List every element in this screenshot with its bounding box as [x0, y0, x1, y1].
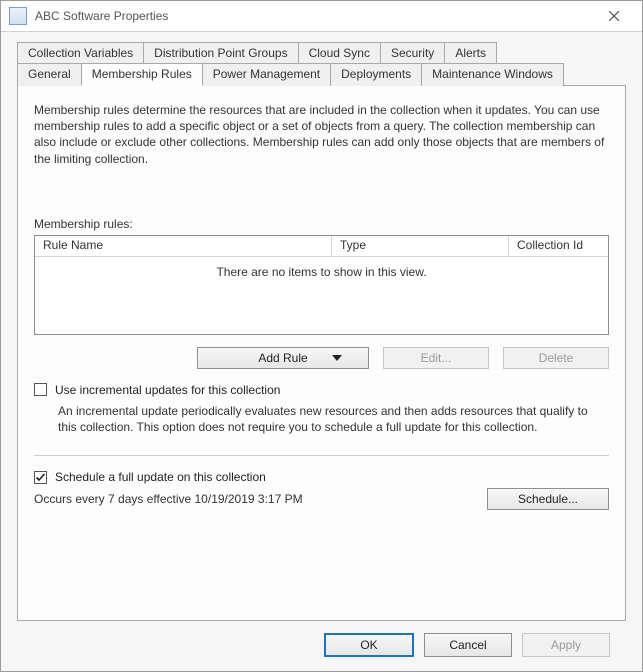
tab-alerts[interactable]: Alerts — [444, 42, 497, 64]
schedule-row: Schedule a full update on this collectio… — [34, 470, 609, 484]
app-icon — [9, 7, 27, 25]
schedule-label: Schedule a full update on this collectio… — [55, 470, 266, 484]
ok-button[interactable]: OK — [324, 633, 414, 657]
add-rule-label: Add Rule — [258, 351, 307, 365]
divider — [34, 455, 609, 456]
tab-cloud-sync[interactable]: Cloud Sync — [298, 42, 381, 64]
column-type[interactable]: Type — [332, 236, 509, 256]
checkmark-icon — [35, 472, 46, 483]
schedule-checkbox[interactable] — [34, 471, 47, 484]
intro-text: Membership rules determine the resources… — [34, 102, 609, 167]
titlebar[interactable]: ABC Software Properties — [1, 1, 642, 32]
listview-header: Rule Name Type Collection Id — [35, 236, 608, 257]
membership-rules-panel: Membership rules determine the resources… — [17, 85, 626, 621]
tab-general[interactable]: General — [17, 63, 82, 86]
tabstrip: Collection Variables Distribution Point … — [17, 42, 626, 86]
incremental-help: An incremental update periodically evalu… — [58, 403, 609, 435]
tab-security[interactable]: Security — [380, 42, 445, 64]
add-rule-button[interactable]: Add Rule — [197, 347, 369, 369]
tab-distribution-point-groups[interactable]: Distribution Point Groups — [143, 42, 298, 64]
properties-dialog: ABC Software Properties Collection Varia… — [0, 0, 643, 672]
listview-body: There are no items to show in this view. — [35, 257, 608, 334]
schedule-summary-row: Occurs every 7 days effective 10/19/2019… — [34, 488, 609, 510]
rule-button-row: Add Rule Edit... Delete — [34, 347, 609, 369]
tab-collection-variables[interactable]: Collection Variables — [17, 42, 144, 64]
apply-button: Apply — [522, 633, 610, 657]
close-button[interactable] — [594, 2, 634, 30]
cancel-button[interactable]: Cancel — [424, 633, 512, 657]
tab-membership-rules[interactable]: Membership Rules — [81, 63, 203, 86]
dropdown-caret-icon — [332, 355, 342, 361]
rules-label: Membership rules: — [34, 217, 609, 231]
tab-power-management[interactable]: Power Management — [202, 63, 331, 86]
incremental-label: Use incremental updates for this collect… — [55, 383, 280, 397]
schedule-summary: Occurs every 7 days effective 10/19/2019… — [34, 492, 303, 506]
close-icon — [609, 11, 619, 21]
dialog-button-row: OK Cancel Apply — [17, 621, 626, 671]
client-area: Collection Variables Distribution Point … — [1, 32, 642, 671]
window-title: ABC Software Properties — [35, 9, 594, 23]
column-rule-name[interactable]: Rule Name — [35, 236, 332, 256]
tab-deployments[interactable]: Deployments — [330, 63, 422, 86]
listview-empty-text: There are no items to show in this view. — [216, 265, 426, 279]
rules-listview[interactable]: Rule Name Type Collection Id There are n… — [34, 235, 609, 335]
incremental-row: Use incremental updates for this collect… — [34, 383, 609, 397]
delete-rule-button: Delete — [503, 347, 609, 369]
incremental-checkbox[interactable] — [34, 383, 47, 396]
schedule-button[interactable]: Schedule... — [487, 488, 609, 510]
edit-rule-button: Edit... — [383, 347, 489, 369]
tab-maintenance-windows[interactable]: Maintenance Windows — [421, 63, 564, 86]
column-collection-id[interactable]: Collection Id — [509, 236, 608, 256]
